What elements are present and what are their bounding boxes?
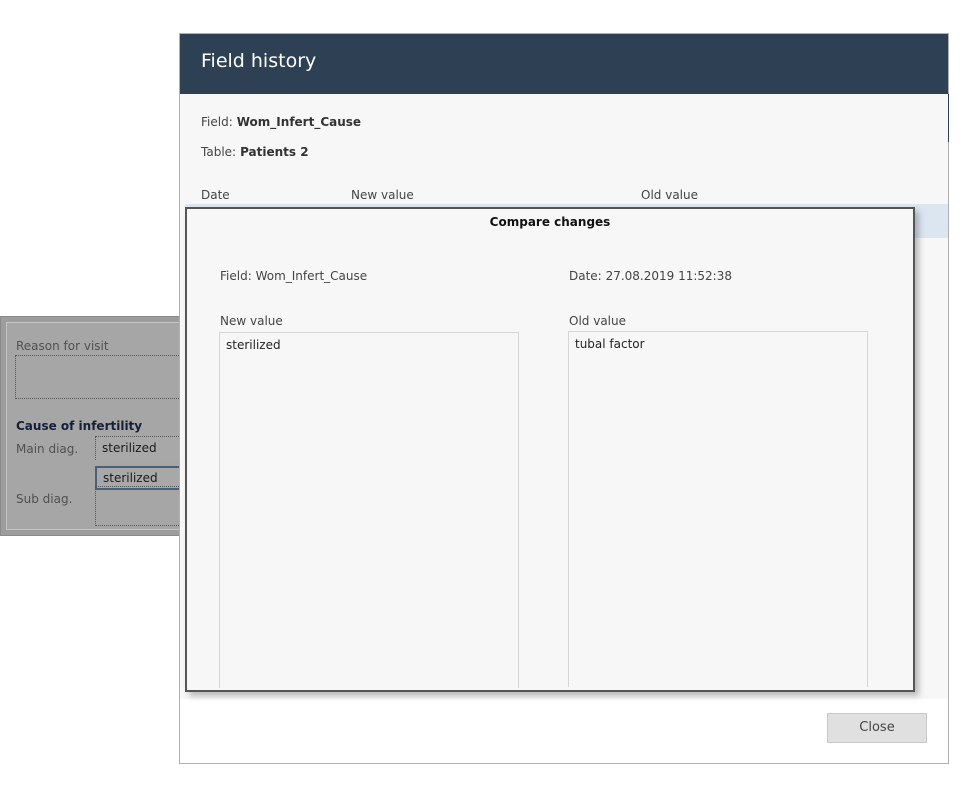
sub-diag-label: Sub diag. [16,492,73,506]
background-form-panel: Reason for visit Cause of infertility Ma… [6,322,196,530]
column-header-old-value[interactable]: Old value [641,188,698,202]
field-label: Field: [201,115,233,129]
compare-field-value: Wom_Infert_Cause [255,269,368,283]
field-meta-row: Field: Wom_Infert_Cause [201,115,361,129]
reason-for-visit-label: Reason for visit [16,339,109,353]
dialog-title: Field history [201,50,317,72]
cause-of-infertility-heading: Cause of infertility [16,419,143,433]
main-diag-label: Main diag. [16,442,79,456]
table-label: Table: [201,145,237,159]
compare-date-label: Date: [569,269,602,283]
compare-date-row: Date: 27.08.2019 11:52:38 [569,269,732,283]
column-header-date[interactable]: Date [201,188,230,202]
close-button[interactable]: Close [827,713,927,743]
field-value: Wom_Infert_Cause [236,115,362,129]
old-value-label: Old value [569,314,626,328]
column-header-new-value[interactable]: New value [351,188,414,202]
new-value-box[interactable]: sterilized [219,332,519,688]
compare-changes-dialog: Compare changes Field: Wom_Infert_Cause … [185,207,915,692]
table-meta-row: Table: Patients 2 [201,145,309,159]
dialog-header: Field history [180,34,948,94]
background-form: Reason for visit Cause of infertility Ma… [0,316,196,536]
new-value-label: New value [220,314,283,328]
old-value-box[interactable]: tubal factor [568,331,868,687]
compare-field-row: Field: Wom_Infert_Cause [220,269,367,283]
table-value: Patients 2 [240,145,309,159]
compare-field-label: Field: [220,269,252,283]
reason-for-visit-field[interactable] [15,355,195,399]
compare-title: Compare changes [489,215,611,229]
compare-date-value: 27.08.2019 11:52:38 [605,269,732,283]
